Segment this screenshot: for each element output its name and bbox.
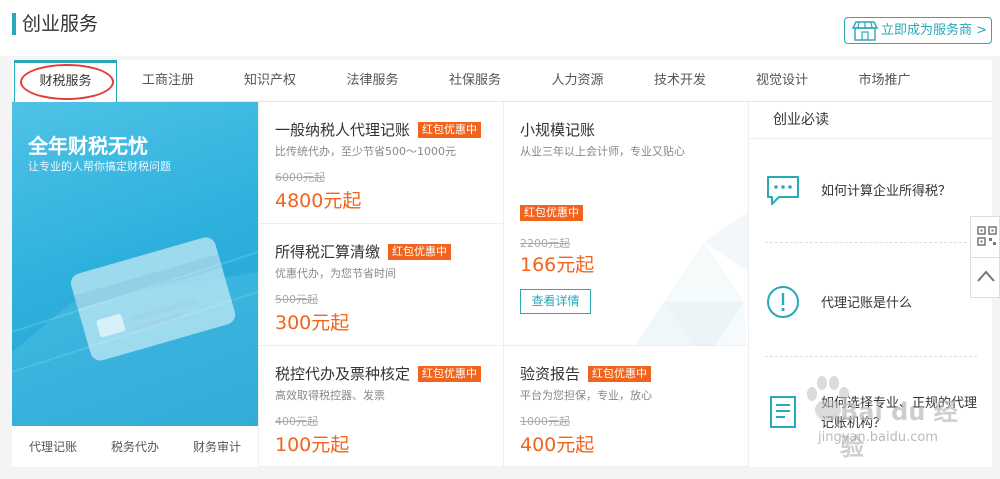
tab-intellectual-property[interactable]: 知识产权 — [219, 60, 321, 102]
exclamation-circle-icon — [767, 286, 799, 318]
product-card-small-scale[interactable]: 小规模记账 从业三年以上会计师，专业又贴心 红包优惠中 2200元起 166元起… — [503, 102, 748, 362]
product-desc: 平台为您担保，专业，放心 — [520, 389, 652, 402]
qr-code-icon[interactable] — [977, 226, 997, 246]
triangle-pattern — [624, 212, 748, 362]
red-packet-badge: 红包优惠中 — [418, 122, 482, 138]
promo-subtitle: 让专业的人帮你搞定财税问题 — [28, 160, 171, 173]
watermark-url: jingyan.baidu.com — [818, 430, 938, 445]
service-tabs: 财税服务 工商注册 知识产权 法律服务 社保服务 人力资源 技术开发 视觉设计 … — [12, 60, 992, 103]
promo-panel: 全年财税无忧 让专业的人帮你搞定财税问题 代理记账 税务代办 财务审计 — [12, 102, 258, 467]
original-price: 1000元起 — [520, 415, 570, 428]
floating-toolbar — [970, 216, 1000, 298]
product-desc: 比传统代办，至少节省500～1000元 — [275, 145, 456, 158]
tab-social-security[interactable]: 社保服务 — [424, 60, 526, 102]
title-accent-bar — [12, 13, 16, 35]
product-desc: 高效取得税控器、发票 — [275, 389, 385, 402]
product-card-general-bookkeeping[interactable]: 一般纳税人代理记账 红包优惠中 比传统代办，至少节省500～1000元 6000元… — [258, 102, 503, 224]
sale-price: 166元起 — [520, 254, 595, 276]
watermark: Bai du 经验 jingyan.baidu.com — [770, 370, 970, 461]
product-card-income-tax[interactable]: 所得税汇算清缴 红包优惠中 优惠代办，为您节省时间 500元起 300元起 — [258, 224, 503, 346]
product-name: 小规模记账 — [520, 121, 596, 139]
sale-price: 400元起 — [520, 434, 595, 456]
watermark-brand: Bai du 经验 — [840, 398, 958, 461]
red-packet-badge: 红包优惠中 — [588, 366, 652, 382]
divider — [765, 242, 977, 243]
divider — [765, 356, 977, 357]
become-provider-label: 立即成为服务商 > — [881, 23, 988, 38]
reading-item-text: 代理记账是什么 — [821, 296, 913, 311]
reading-item[interactable]: 如何计算企业所得税？ — [749, 172, 993, 212]
view-details-button[interactable]: 查看详情 — [520, 289, 591, 314]
promo-link-tax-agency[interactable]: 税务代办 — [111, 438, 159, 455]
original-price: 2200元起 — [520, 237, 570, 250]
product-name: 一般纳税人代理记账 — [275, 121, 411, 139]
reading-item[interactable]: 代理记账是什么 — [749, 284, 993, 324]
tab-visual-design[interactable]: 视觉设计 — [731, 60, 833, 102]
storefront-icon — [852, 21, 878, 41]
tab-legal[interactable]: 法律服务 — [321, 60, 424, 102]
product-name: 验资报告 — [520, 365, 581, 383]
product-desc: 优惠代办，为您节省时间 — [275, 267, 396, 280]
promo-banner[interactable]: 全年财税无忧 让专业的人帮你搞定财税问题 — [12, 102, 258, 426]
tab-finance-tax[interactable]: 财税服务 — [14, 60, 117, 103]
red-packet-badge: 红包优惠中 — [388, 244, 452, 260]
original-price: 400元起 — [275, 415, 318, 428]
chevron-up-icon[interactable] — [976, 269, 996, 283]
original-price: 500元起 — [275, 293, 318, 306]
tab-human-resources[interactable]: 人力资源 — [526, 60, 629, 102]
section-title: 创业服务 — [22, 13, 99, 35]
section-header: 创业服务 立即成为服务商 > — [0, 0, 1000, 56]
original-price: 6000元起 — [275, 171, 325, 184]
divider — [971, 257, 1000, 258]
sale-price: 4800元起 — [275, 190, 362, 212]
product-name: 所得税汇算清缴 — [275, 243, 381, 261]
tab-tech-development[interactable]: 技术开发 — [629, 60, 731, 102]
sale-price: 300元起 — [275, 312, 350, 334]
product-card-tax-control[interactable]: 税控代办及票种核定 红包优惠中 高效取得税控器、发票 400元起 100元起 — [258, 346, 503, 467]
product-card-capital-verification[interactable]: 验资报告 红包优惠中 平台为您担保，专业，放心 1000元起 400元起 — [503, 346, 748, 467]
promo-link-bookkeeping[interactable]: 代理记账 — [29, 438, 77, 455]
reading-item-text: 如何计算企业所得税？ — [821, 184, 952, 199]
promo-link-audit[interactable]: 财务审计 — [193, 438, 241, 455]
product-name: 税控代办及票种核定 — [275, 365, 411, 383]
promo-title: 全年财税无忧 — [28, 134, 148, 158]
red-packet-badge: 红包优惠中 — [520, 205, 583, 221]
reading-title: 创业必读 — [749, 102, 993, 139]
become-provider-button[interactable]: 立即成为服务商 > — [844, 17, 992, 44]
sale-price: 100元起 — [275, 434, 350, 456]
promo-links: 代理记账 税务代办 财务审计 — [12, 426, 258, 467]
product-desc: 从业三年以上会计师，专业又贴心 — [520, 145, 685, 158]
red-packet-badge: 红包优惠中 — [418, 366, 482, 382]
chat-bubble-icon — [767, 176, 799, 205]
tab-marketing[interactable]: 市场推广 — [833, 60, 936, 102]
tab-business-registration[interactable]: 工商注册 — [117, 60, 219, 102]
